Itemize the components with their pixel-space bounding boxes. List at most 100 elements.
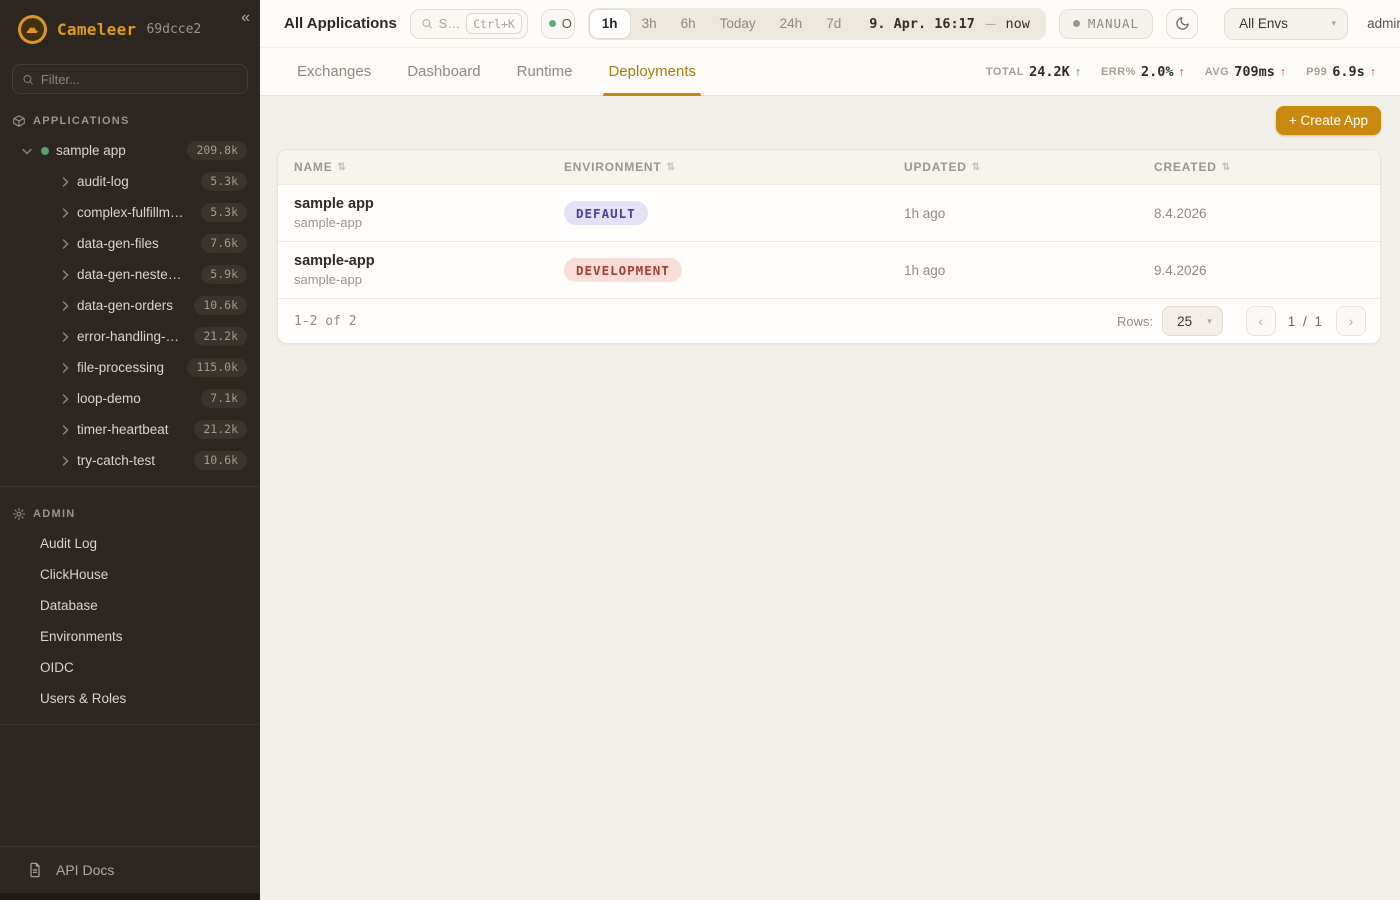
table-row[interactable]: sample app sample-app DEFAULT 1h ago 8.4… [278,185,1380,242]
prev-page-button[interactable]: ‹ [1246,306,1276,336]
sidebar-item-timer-heartbeat[interactable]: timer-heartbeat 21.2k [0,414,260,445]
app-name-label: data-gen-neste… [77,267,181,282]
chevron-down-icon[interactable] [20,146,34,156]
page-indicator: 1 / 1 [1285,314,1327,329]
stat-label: P99 [1306,66,1327,78]
admin-section-header: ADMIN [0,497,260,528]
row-app-name: sample app [294,196,548,212]
sidebar-item-audit-log-admin[interactable]: Audit Log [0,528,260,559]
chevron-right-icon[interactable] [58,363,72,373]
count-badge: 5.3k [201,172,247,192]
sidebar-item-sample-app[interactable]: sample app 209.8k [0,135,260,166]
row-updated: 1h ago [888,206,1138,221]
status-dot-green [41,147,49,155]
search-placeholder: S… [439,16,461,31]
chevron-right-icon[interactable] [58,394,72,404]
sort-icon: ⇅ [972,162,981,173]
user-name: admin [1367,16,1400,31]
table-row[interactable]: sample-app sample-app DEVELOPMENT 1h ago… [278,242,1380,299]
app-version: 69dcce2 [146,22,201,37]
chevron-right-icon[interactable] [58,239,72,249]
search-input[interactable]: S… Ctrl+K [410,9,528,39]
trend-up-icon: ↑ [1280,65,1286,79]
app-logo-text: Cameleer [57,20,136,39]
stat-avg: AVG 709ms ↑ [1205,64,1286,80]
sidebar-item-data-gen-nested[interactable]: data-gen-neste… 5.9k [0,259,260,290]
gear-icon [12,507,26,521]
stat-value: 24.2K [1029,64,1070,80]
app-name-label: complex-fulfillm… [77,205,184,220]
sidebar-item-users-roles[interactable]: Users & Roles [0,683,260,714]
column-header-created[interactable]: CREATED⇅ [1138,160,1380,174]
tab-exchanges[interactable]: Exchanges [297,48,371,95]
applications-tree: sample app 209.8k audit-log 5.3k complex… [0,135,260,476]
range-start-datetime[interactable]: 9. Apr. 16:17 [853,16,981,32]
column-header-updated[interactable]: UPDATED⇅ [888,160,1138,174]
time-range-6h[interactable]: 6h [669,10,708,38]
chevron-right-icon[interactable] [58,456,72,466]
cameleer-logo-icon [18,15,47,44]
sort-icon: ⇅ [338,162,347,173]
time-range-3h[interactable]: 3h [630,10,669,38]
count-badge: 10.6k [194,296,247,316]
sidebar-item-environments[interactable]: Environments [0,621,260,652]
time-range-24h[interactable]: 24h [768,10,815,38]
online-status-button[interactable]: O [541,9,575,39]
api-docs-link[interactable]: API Docs [0,846,260,893]
sidebar-item-data-gen-orders[interactable]: data-gen-orders 10.6k [0,290,260,321]
sidebar: « Cameleer 69dcce2 APPLICATIONS sample a… [0,0,260,900]
column-header-environment[interactable]: ENVIRONMENT⇅ [548,160,888,174]
chevron-right-icon[interactable] [58,177,72,187]
environment-badge: DEVELOPMENT [564,258,682,282]
tab-deployments[interactable]: Deployments [608,48,696,95]
count-badge: 21.2k [194,420,247,440]
sidebar-collapse-icon[interactable]: « [241,10,250,26]
sidebar-item-data-gen-files[interactable]: data-gen-files 7.6k [0,228,260,259]
document-icon [27,862,43,878]
chevron-right-icon[interactable] [58,425,72,435]
sidebar-item-loop-demo[interactable]: loop-demo 7.1k [0,383,260,414]
environment-select[interactable]: All Envs ▾ [1224,8,1348,40]
main-area: All Applications S… Ctrl+K O 1h 3h 6h To… [260,0,1400,900]
create-app-button[interactable]: + Create App [1276,106,1381,135]
sidebar-item-complex-fulfillment[interactable]: complex-fulfillm… 5.3k [0,197,260,228]
tab-runtime[interactable]: Runtime [517,48,573,95]
sidebar-item-database[interactable]: Database [0,590,260,621]
manual-label: MANUAL [1088,16,1139,31]
sidebar-item-oidc[interactable]: OIDC [0,652,260,683]
chevron-right-icon[interactable] [58,332,72,342]
tab-dashboard[interactable]: Dashboard [407,48,480,95]
app-name-label: error-handling-… [77,329,179,344]
stat-err: ERR% 2.0% ↑ [1101,64,1185,80]
rows-per-page-select[interactable]: 25 ▾ [1162,306,1223,336]
sidebar-bottom-strip [0,893,260,900]
sidebar-item-error-handling[interactable]: error-handling-… 21.2k [0,321,260,352]
sidebar-item-try-catch-test[interactable]: try-catch-test 10.6k [0,445,260,476]
column-header-name[interactable]: NAME⇅ [278,160,548,174]
stat-value: 6.9s [1332,64,1365,80]
pagination-range-text: 1-2 of 2 [294,314,357,329]
filter-field[interactable] [41,72,238,87]
chevron-right-icon[interactable] [58,301,72,311]
sidebar-item-clickhouse[interactable]: ClickHouse [0,559,260,590]
sidebar-filter-input[interactable] [12,64,248,94]
dark-mode-toggle[interactable] [1166,9,1198,39]
sidebar-item-audit-log[interactable]: audit-log 5.3k [0,166,260,197]
sort-icon: ⇅ [1222,162,1231,173]
range-end-value[interactable]: now [1001,16,1044,32]
app-name-label: timer-heartbeat [77,422,169,437]
count-badge: 10.6k [194,451,247,471]
chevron-right-icon[interactable] [58,270,72,280]
chevron-right-icon[interactable] [58,208,72,218]
time-range-1h[interactable]: 1h [590,10,630,38]
stat-label: TOTAL [986,66,1024,78]
sidebar-item-file-processing[interactable]: file-processing 115.0k [0,352,260,383]
next-page-button[interactable]: › [1336,306,1366,336]
manual-refresh-button[interactable]: MANUAL [1059,9,1153,39]
trend-up-icon: ↑ [1178,65,1184,79]
keyboard-shortcut-badge: Ctrl+K [466,13,522,34]
time-range-today[interactable]: Today [708,10,768,38]
admin-menu: Audit Log ClickHouse Database Environmen… [0,528,260,714]
time-range-7d[interactable]: 7d [814,10,853,38]
deployments-table: NAME⇅ ENVIRONMENT⇅ UPDATED⇅ CREATED⇅ sam… [277,149,1381,344]
